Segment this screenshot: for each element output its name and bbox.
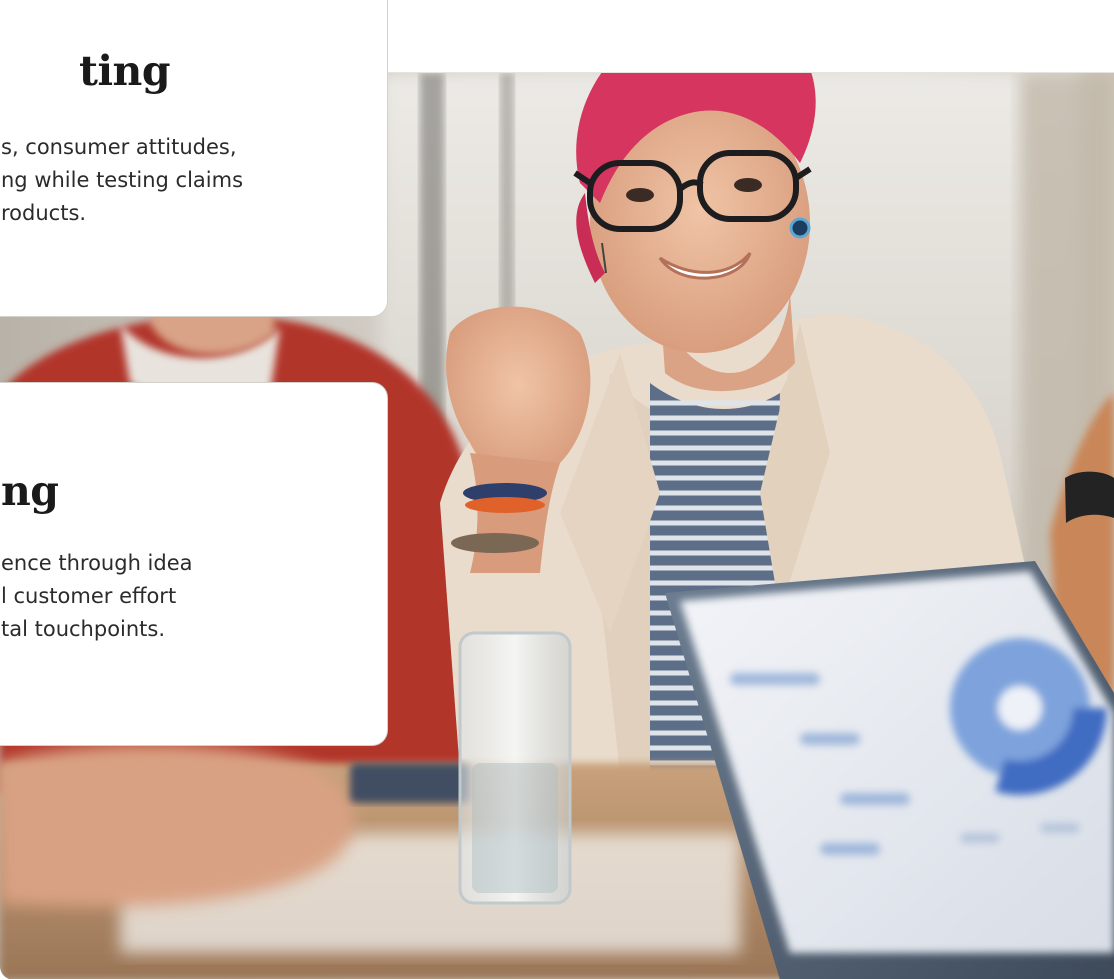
service-card-description-line: l customer effort <box>1 584 177 608</box>
service-card-1: ting s, consumer attitudes, ng while tes… <box>0 0 388 317</box>
service-card-description-line: ng while testing claims <box>1 168 244 192</box>
service-card-title: ng <box>1 467 59 515</box>
service-card-description-line: tal touchpoints. <box>1 617 166 641</box>
service-card-description-line: ence through idea <box>1 551 193 575</box>
service-card-description-line: roducts. <box>1 201 87 225</box>
service-card-description-line: s, consumer attitudes, <box>1 135 237 159</box>
service-card-2: ng ence through idea l customer effort t… <box>0 382 388 746</box>
page: ting s, consumer attitudes, ng while tes… <box>0 0 1114 979</box>
